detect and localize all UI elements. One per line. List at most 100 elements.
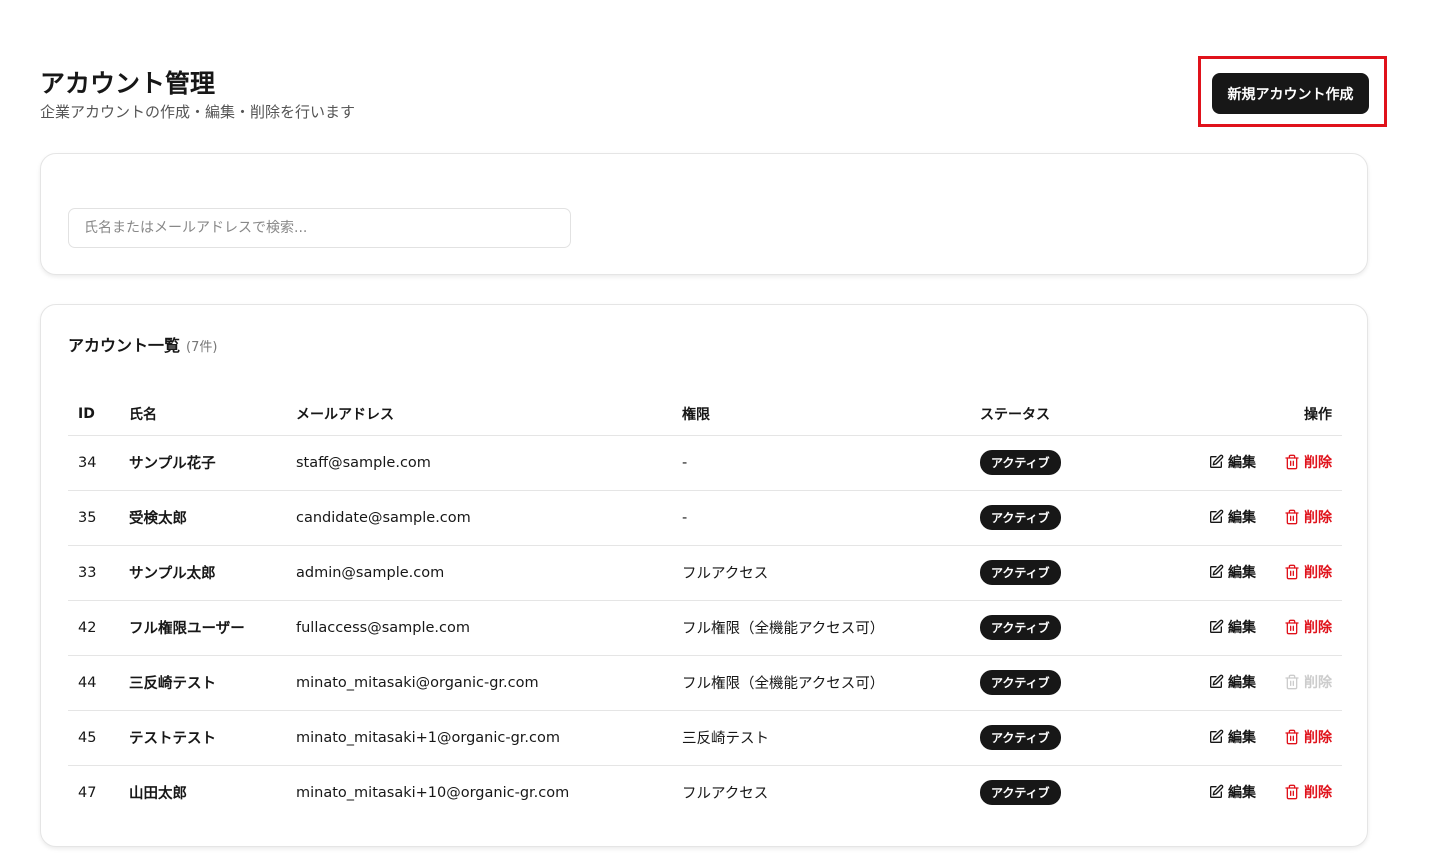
cell-name: 山田太郎: [129, 786, 187, 803]
cell-name: フル権限ユーザー: [119, 600, 286, 656]
cell-role: フルアクセス: [682, 786, 769, 803]
edit-label: 編集: [1228, 619, 1256, 636]
delete-label: 削除: [1304, 674, 1332, 691]
search-card: [40, 153, 1368, 275]
edit-icon: [1208, 674, 1224, 690]
col-id: ID: [68, 393, 119, 436]
table-row: 35 受検太郎 candidate@sample.com - アクティブ 編集 削…: [68, 490, 1342, 546]
cell-name: サンプル花子: [119, 435, 286, 491]
table-row: 45 テストテスト minato_mitasaki+1@organic-gr.c…: [68, 710, 1342, 766]
delete-button[interactable]: 削除: [1284, 562, 1332, 582]
edit-button[interactable]: 編集: [1208, 507, 1256, 527]
cell-actions: 編集 削除: [1107, 765, 1342, 820]
edit-button[interactable]: 編集: [1208, 782, 1256, 802]
edit-button[interactable]: 編集: [1208, 452, 1256, 472]
trash-icon: [1284, 454, 1300, 470]
cell-status: アクティブ: [970, 545, 1108, 601]
account-table: ID 氏名 メールアドレス 権限 ステータス 操作 34 サンプル花子 staf…: [68, 393, 1342, 820]
cell-role: 三反崎テスト: [672, 710, 970, 766]
cell-name: サンプル太郎: [119, 545, 286, 601]
delete-button[interactable]: 削除: [1284, 782, 1332, 802]
delete-button: 削除: [1284, 672, 1332, 692]
cell-status: アクティブ: [970, 490, 1108, 546]
cell-name: テストテスト: [119, 710, 286, 766]
cell-actions: 編集 削除: [1107, 490, 1342, 546]
cell-role: フル権限（全機能アクセス可）: [672, 655, 970, 711]
trash-icon: [1284, 784, 1300, 800]
cell-status: アクティブ: [970, 710, 1108, 766]
cell-email: staff@sample.com: [286, 435, 672, 491]
cell-role: -: [672, 490, 970, 546]
edit-label: 編集: [1228, 564, 1256, 581]
status-badge: アクティブ: [980, 615, 1061, 640]
delete-label: 削除: [1304, 564, 1332, 581]
cell-id: 33: [68, 545, 119, 601]
delete-button[interactable]: 削除: [1284, 727, 1332, 747]
trash-icon: [1284, 619, 1300, 635]
delete-label: 削除: [1304, 509, 1332, 526]
cell-actions: 編集 削除: [1107, 710, 1342, 766]
cell-email: minato_mitasaki+1@organic-gr.com: [286, 710, 672, 766]
col-email: メールアドレス: [286, 393, 672, 436]
edit-label: 編集: [1228, 674, 1256, 691]
edit-label: 編集: [1228, 509, 1256, 526]
edit-label: 編集: [1228, 454, 1256, 471]
table-row: 44 三反崎テスト minato_mitasaki@organic-gr.com…: [68, 655, 1342, 711]
cell-role: フル権限（全機能アクセス可）: [672, 600, 970, 656]
new-account-button[interactable]: 新規アカウント作成: [1212, 73, 1369, 114]
edit-button[interactable]: 編集: [1208, 562, 1256, 582]
cell-email: minato_mitasaki+10@organic-gr.com: [296, 784, 570, 801]
cell-email: minato_mitasaki@organic-gr.com: [286, 655, 672, 711]
page-title: アカウント管理: [40, 69, 216, 98]
cell-role: フルアクセス: [672, 545, 970, 601]
edit-button[interactable]: 編集: [1208, 727, 1256, 747]
delete-label: 削除: [1304, 784, 1332, 801]
cell-id: 45: [68, 710, 119, 766]
cell-id: 34: [68, 435, 119, 491]
table-row: 34 サンプル花子 staff@sample.com - アクティブ 編集 削除: [68, 435, 1342, 491]
cell-email: candidate@sample.com: [286, 490, 672, 546]
trash-icon: [1284, 564, 1300, 580]
delete-label: 削除: [1304, 619, 1332, 636]
trash-icon: [1284, 509, 1300, 525]
delete-button[interactable]: 削除: [1284, 507, 1332, 527]
col-name: 氏名: [119, 393, 286, 436]
table-row: 47 山田太郎 minato_mitasaki+10@organic-gr.co…: [68, 765, 1342, 820]
cell-id: 44: [68, 655, 119, 711]
delete-button[interactable]: 削除: [1284, 617, 1332, 637]
edit-button[interactable]: 編集: [1208, 617, 1256, 637]
cell-role: -: [672, 435, 970, 491]
col-status: ステータス: [970, 393, 1108, 436]
col-actions: 操作: [1107, 393, 1342, 436]
status-badge: アクティブ: [980, 780, 1061, 806]
list-title: アカウント一覧 (7件): [68, 332, 217, 356]
cell-actions: 編集 削除: [1107, 435, 1342, 491]
status-badge: アクティブ: [980, 560, 1061, 585]
edit-icon: [1208, 619, 1224, 635]
list-count: (7件): [186, 340, 218, 355]
cell-name: 受検太郎: [119, 490, 286, 546]
account-list-card: アカウント一覧 (7件) ID 氏名 メールアドレス 権限 ステータス 操作 34…: [40, 304, 1368, 847]
cell-email: admin@sample.com: [286, 545, 672, 601]
trash-icon: [1284, 729, 1300, 745]
edit-button[interactable]: 編集: [1208, 672, 1256, 692]
cell-name: 三反崎テスト: [119, 655, 286, 711]
edit-icon: [1208, 454, 1224, 470]
trash-icon: [1284, 674, 1300, 690]
cell-status: アクティブ: [970, 600, 1108, 656]
edit-icon: [1208, 509, 1224, 525]
delete-button[interactable]: 削除: [1284, 452, 1332, 472]
col-role: 権限: [672, 393, 970, 436]
table-row: 33 サンプル太郎 admin@sample.com フルアクセス アクティブ …: [68, 545, 1342, 601]
status-badge: アクティブ: [980, 450, 1061, 475]
cell-id: 47: [78, 784, 97, 801]
delete-label: 削除: [1304, 454, 1332, 471]
edit-icon: [1208, 564, 1224, 580]
cell-actions: 編集 削除: [1107, 545, 1342, 601]
status-badge: アクティブ: [980, 725, 1061, 750]
cell-status: アクティブ: [970, 435, 1108, 491]
cell-id: 35: [68, 490, 119, 546]
search-input[interactable]: [68, 208, 571, 248]
cell-id: 42: [68, 600, 119, 656]
cell-actions: 編集 削除: [1107, 655, 1342, 711]
